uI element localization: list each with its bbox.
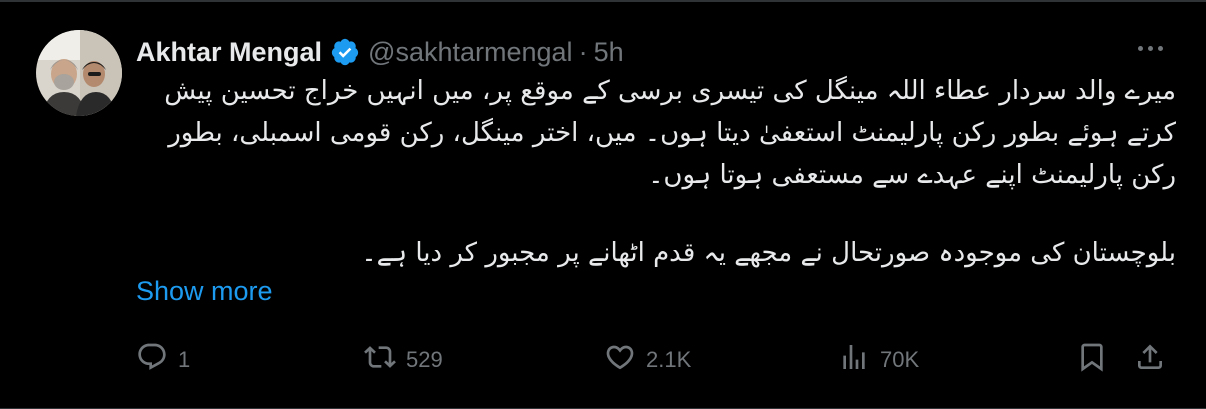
more-options-icon[interactable]	[1130, 38, 1170, 58]
views-count: 70K	[880, 347, 920, 372]
reply-count: 1	[178, 347, 191, 372]
bookmark-button[interactable]	[1076, 338, 1108, 382]
avatar[interactable]	[36, 30, 122, 116]
heart-icon	[604, 341, 636, 379]
separator: ·	[578, 36, 588, 67]
timestamp[interactable]: 5h	[594, 37, 624, 68]
bookmark-icon	[1076, 341, 1108, 379]
repost-count: 529	[406, 347, 443, 372]
share-button[interactable]	[1134, 338, 1166, 382]
views-button[interactable]: 70K	[838, 338, 919, 382]
author-name[interactable]: Akhtar Mengal	[136, 37, 322, 68]
tweet-header: Akhtar Mengal @sakhtarmengal · 5h	[136, 30, 624, 74]
divider	[0, 0, 1206, 2]
tweet-paragraph: بلوچستان کی موجودہ صورتحال نے مجھے یہ قد…	[361, 238, 1176, 268]
repost-icon	[364, 341, 396, 379]
repost-button[interactable]: 529	[364, 338, 443, 382]
tweet-paragraph: میرے والد سردار عطاء اللہ مینگل کی تیسری…	[164, 76, 1176, 190]
tweet-text: میرے والد سردار عطاء اللہ مینگل کی تیسری…	[136, 70, 1176, 274]
reply-icon	[136, 341, 168, 379]
like-button[interactable]: 2.1K	[604, 338, 691, 382]
analytics-icon	[838, 341, 870, 379]
tweet-card[interactable]: Akhtar Mengal @sakhtarmengal · 5h میرے و…	[0, 0, 1206, 409]
verified-badge-icon[interactable]	[330, 37, 360, 67]
reply-button[interactable]: 1	[136, 338, 190, 382]
show-more-link[interactable]: Show more	[136, 276, 273, 307]
like-count: 2.1K	[646, 347, 692, 372]
action-bar: 1 529 2.1K 70K	[136, 338, 1176, 382]
share-icon	[1134, 341, 1166, 379]
author-handle[interactable]: @sakhtarmengal	[368, 37, 573, 68]
